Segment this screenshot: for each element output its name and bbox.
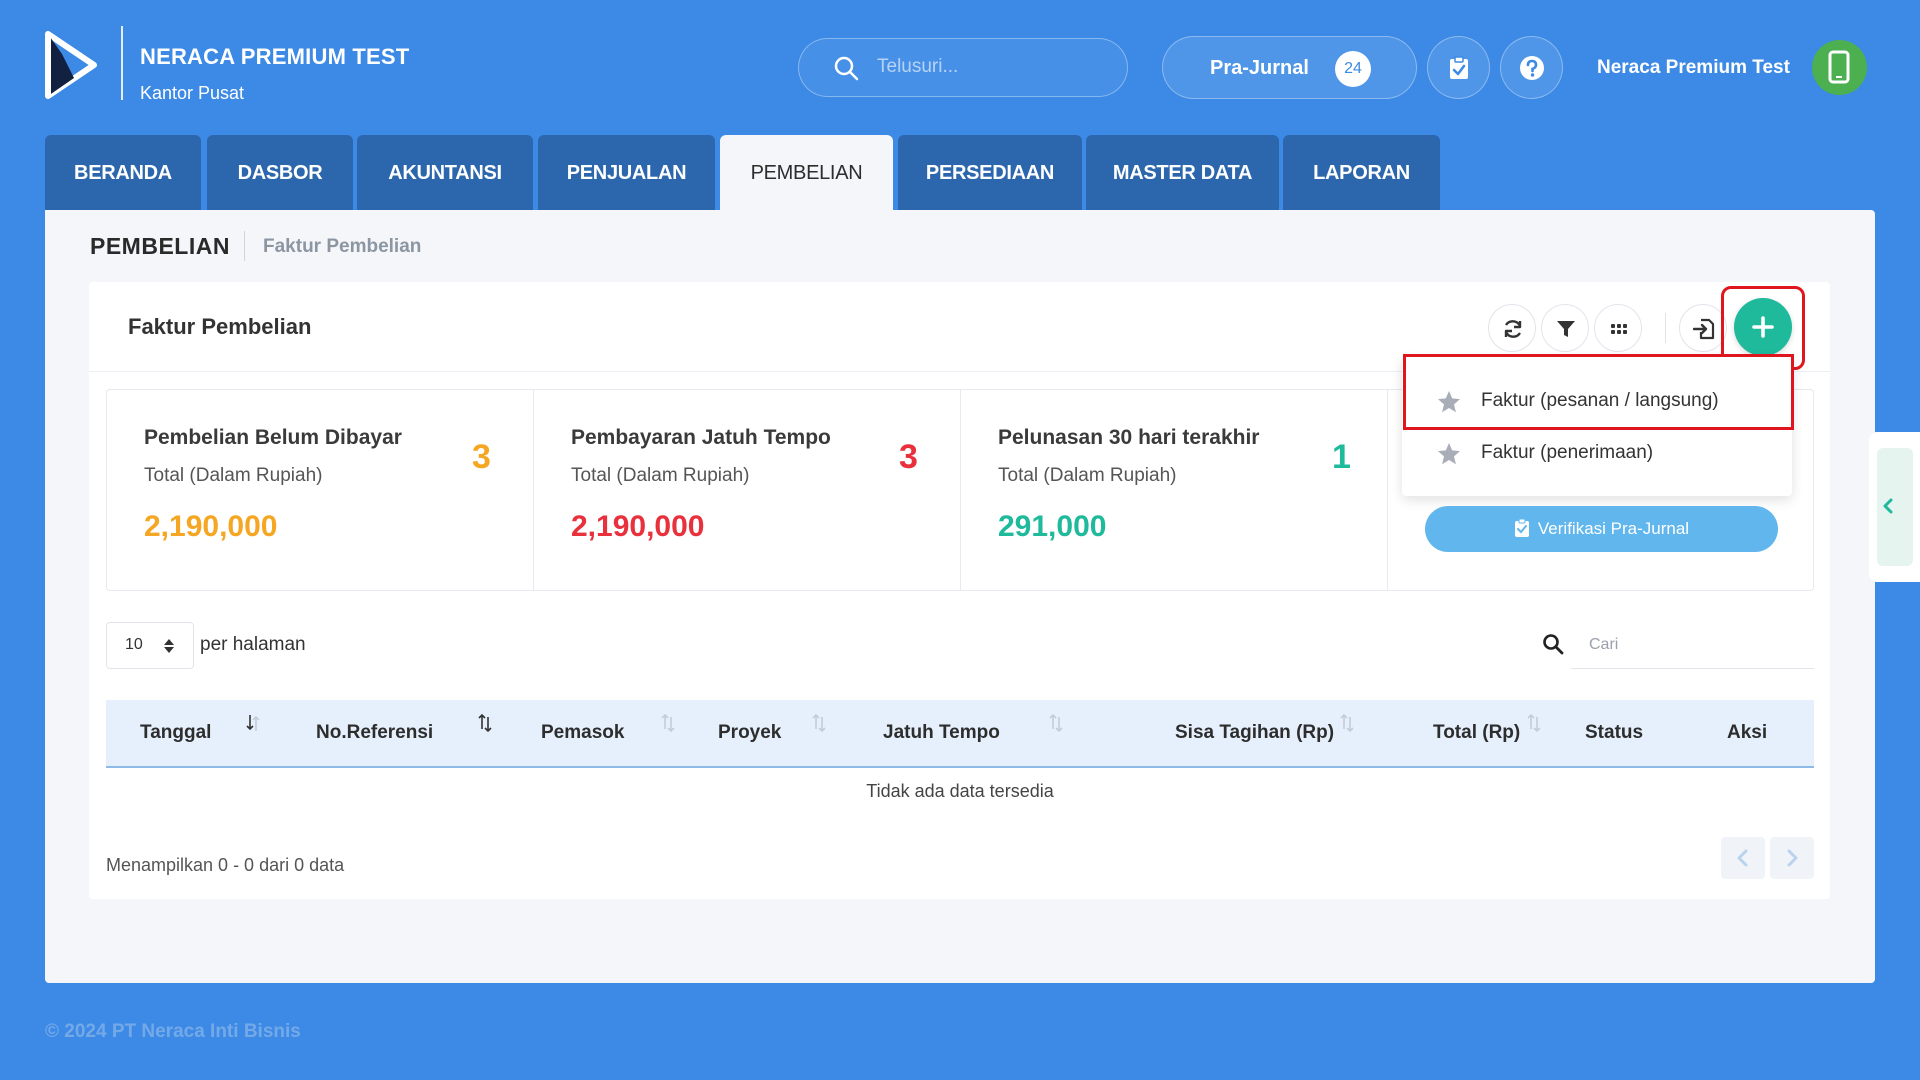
sort-icon[interactable] [1526, 713, 1542, 733]
stat-count-unpaid: 3 [472, 438, 491, 476]
tab-akuntansi[interactable]: AKUNTANSI [357, 135, 533, 210]
dropdown-item-faktur-penerimaan[interactable]: Faktur (penerimaan) [1402, 427, 1792, 479]
column-sisa-tagihan[interactable]: Sisa Tagihan (Rp) [1175, 722, 1334, 744]
stat-value-paid: 291,000 [998, 510, 1107, 543]
sort-desc-icon[interactable] [245, 713, 261, 733]
chevron-left-icon [1737, 849, 1748, 867]
stat-divider [533, 389, 534, 591]
verify-prajurnal-button[interactable]: Verifikasi Pra-Jurnal [1425, 506, 1778, 552]
clipboard-check-icon [1450, 56, 1468, 79]
search-icon [834, 56, 859, 81]
tab-laporan[interactable]: LAPORAN [1283, 135, 1440, 210]
sort-icon[interactable] [1339, 713, 1355, 733]
per-page-select[interactable]: 10 [106, 622, 194, 669]
stat-title-unpaid: Pembelian Belum Dibayar [144, 426, 402, 449]
stat-title-due: Pembayaran Jatuh Tempo [571, 426, 831, 449]
clipboard-check-icon [1514, 518, 1529, 538]
stat-title-paid: Pelunasan 30 hari terakhir [998, 426, 1260, 449]
stat-divider [1387, 389, 1388, 591]
grid-dots-icon [1611, 324, 1627, 334]
stat-divider [960, 389, 961, 591]
stat-value-due: 2,190,000 [571, 510, 705, 543]
toolbar-separator [1665, 313, 1666, 343]
refresh-icon [1504, 320, 1522, 338]
stat-value-unpaid: 2,190,000 [144, 510, 278, 543]
branch-name: Kantor Pusat [140, 83, 245, 103]
import-button[interactable] [1679, 304, 1727, 352]
column-tanggal[interactable]: Tanggal [140, 722, 211, 744]
clipboard-check-button[interactable] [1427, 36, 1490, 99]
star-icon [1438, 443, 1460, 465]
column-pemasok[interactable]: Pemasok [541, 722, 624, 744]
column-total[interactable]: Total (Rp) [1433, 722, 1520, 744]
column-no-referensi[interactable]: No.Referensi [316, 722, 433, 744]
column-aksi: Aksi [1727, 722, 1768, 743]
per-page-value: 10 [125, 636, 143, 653]
column-proyek[interactable]: Proyek [718, 722, 781, 744]
tab-beranda[interactable]: BERANDA [45, 135, 201, 210]
filter-icon [1557, 321, 1575, 337]
stat-sub-unpaid: Total (Dalam Rupiah) [144, 465, 323, 486]
card-title: Faktur Pembelian [128, 314, 312, 339]
tab-dasbor[interactable]: DASBOR [207, 135, 353, 210]
stat-sub-due: Total (Dalam Rupiah) [571, 465, 750, 486]
chevron-left-icon [1883, 498, 1893, 514]
next-page-button[interactable] [1770, 837, 1814, 879]
side-panel-toggle[interactable] [1869, 432, 1920, 582]
breadcrumb-module: PEMBELIAN [90, 233, 230, 259]
column-status: Status [1585, 722, 1644, 743]
stat-count-due: 3 [899, 438, 918, 476]
logo-divider [121, 26, 123, 100]
table-empty-message: Tidak ada data tersedia [866, 781, 1054, 801]
stat-count-paid: 1 [1332, 438, 1351, 476]
sort-icon[interactable] [660, 713, 676, 733]
user-avatar[interactable] [1812, 40, 1867, 95]
user-name[interactable]: Neraca Premium Test [1597, 57, 1790, 79]
search-icon [1543, 634, 1564, 655]
tab-persediaan[interactable]: PERSEDIAAN [898, 135, 1082, 210]
prajurnal-button[interactable]: Pra-Jurnal 24 [1162, 36, 1417, 99]
prajurnal-count-badge: 24 [1335, 51, 1371, 87]
filter-button[interactable] [1541, 304, 1589, 352]
column-grid-button[interactable] [1594, 304, 1642, 352]
tab-penjualan[interactable]: PENJUALAN [538, 135, 715, 210]
tab-master-data[interactable]: MASTER DATA [1086, 135, 1279, 210]
global-search[interactable] [798, 38, 1128, 97]
per-page-label: per halaman [200, 634, 306, 655]
breadcrumb-divider [244, 231, 245, 261]
help-button[interactable] [1500, 36, 1563, 99]
neraca-logo-icon[interactable] [44, 30, 100, 100]
verify-prajurnal-label: Verifikasi Pra-Jurnal [1537, 519, 1690, 538]
prajurnal-label: Pra-Jurnal [1210, 57, 1309, 79]
copyright-text: © 2024 PT Neraca Inti Bisnis [45, 1021, 301, 1042]
refresh-button[interactable] [1488, 304, 1536, 352]
sort-arrows-icon [164, 639, 174, 653]
chevron-right-icon [1787, 849, 1798, 867]
stat-sub-paid: Total (Dalam Rupiah) [998, 465, 1177, 486]
column-jatuh-tempo[interactable]: Jatuh Tempo [883, 722, 1000, 744]
sort-asc-icon[interactable] [477, 713, 493, 733]
question-icon [1520, 56, 1544, 80]
tab-pembelian[interactable]: PEMBELIAN [720, 135, 893, 210]
dropdown-item-highlight [1403, 354, 1794, 430]
sort-icon[interactable] [1048, 713, 1064, 733]
file-import-icon [1693, 318, 1715, 340]
mobile-phone-icon [1828, 50, 1850, 84]
dropdown-item-label: Faktur (penerimaan) [1481, 442, 1654, 463]
global-search-input[interactable] [877, 39, 1107, 95]
sort-icon[interactable] [811, 713, 827, 733]
table-info: Menampilkan 0 - 0 dari 0 data [106, 855, 345, 875]
previous-page-button[interactable] [1721, 837, 1765, 879]
table-search-input[interactable] [1571, 622, 1814, 669]
breadcrumb-page[interactable]: Faktur Pembelian [263, 236, 421, 258]
company-name: NERACA PREMIUM TEST [140, 44, 410, 69]
